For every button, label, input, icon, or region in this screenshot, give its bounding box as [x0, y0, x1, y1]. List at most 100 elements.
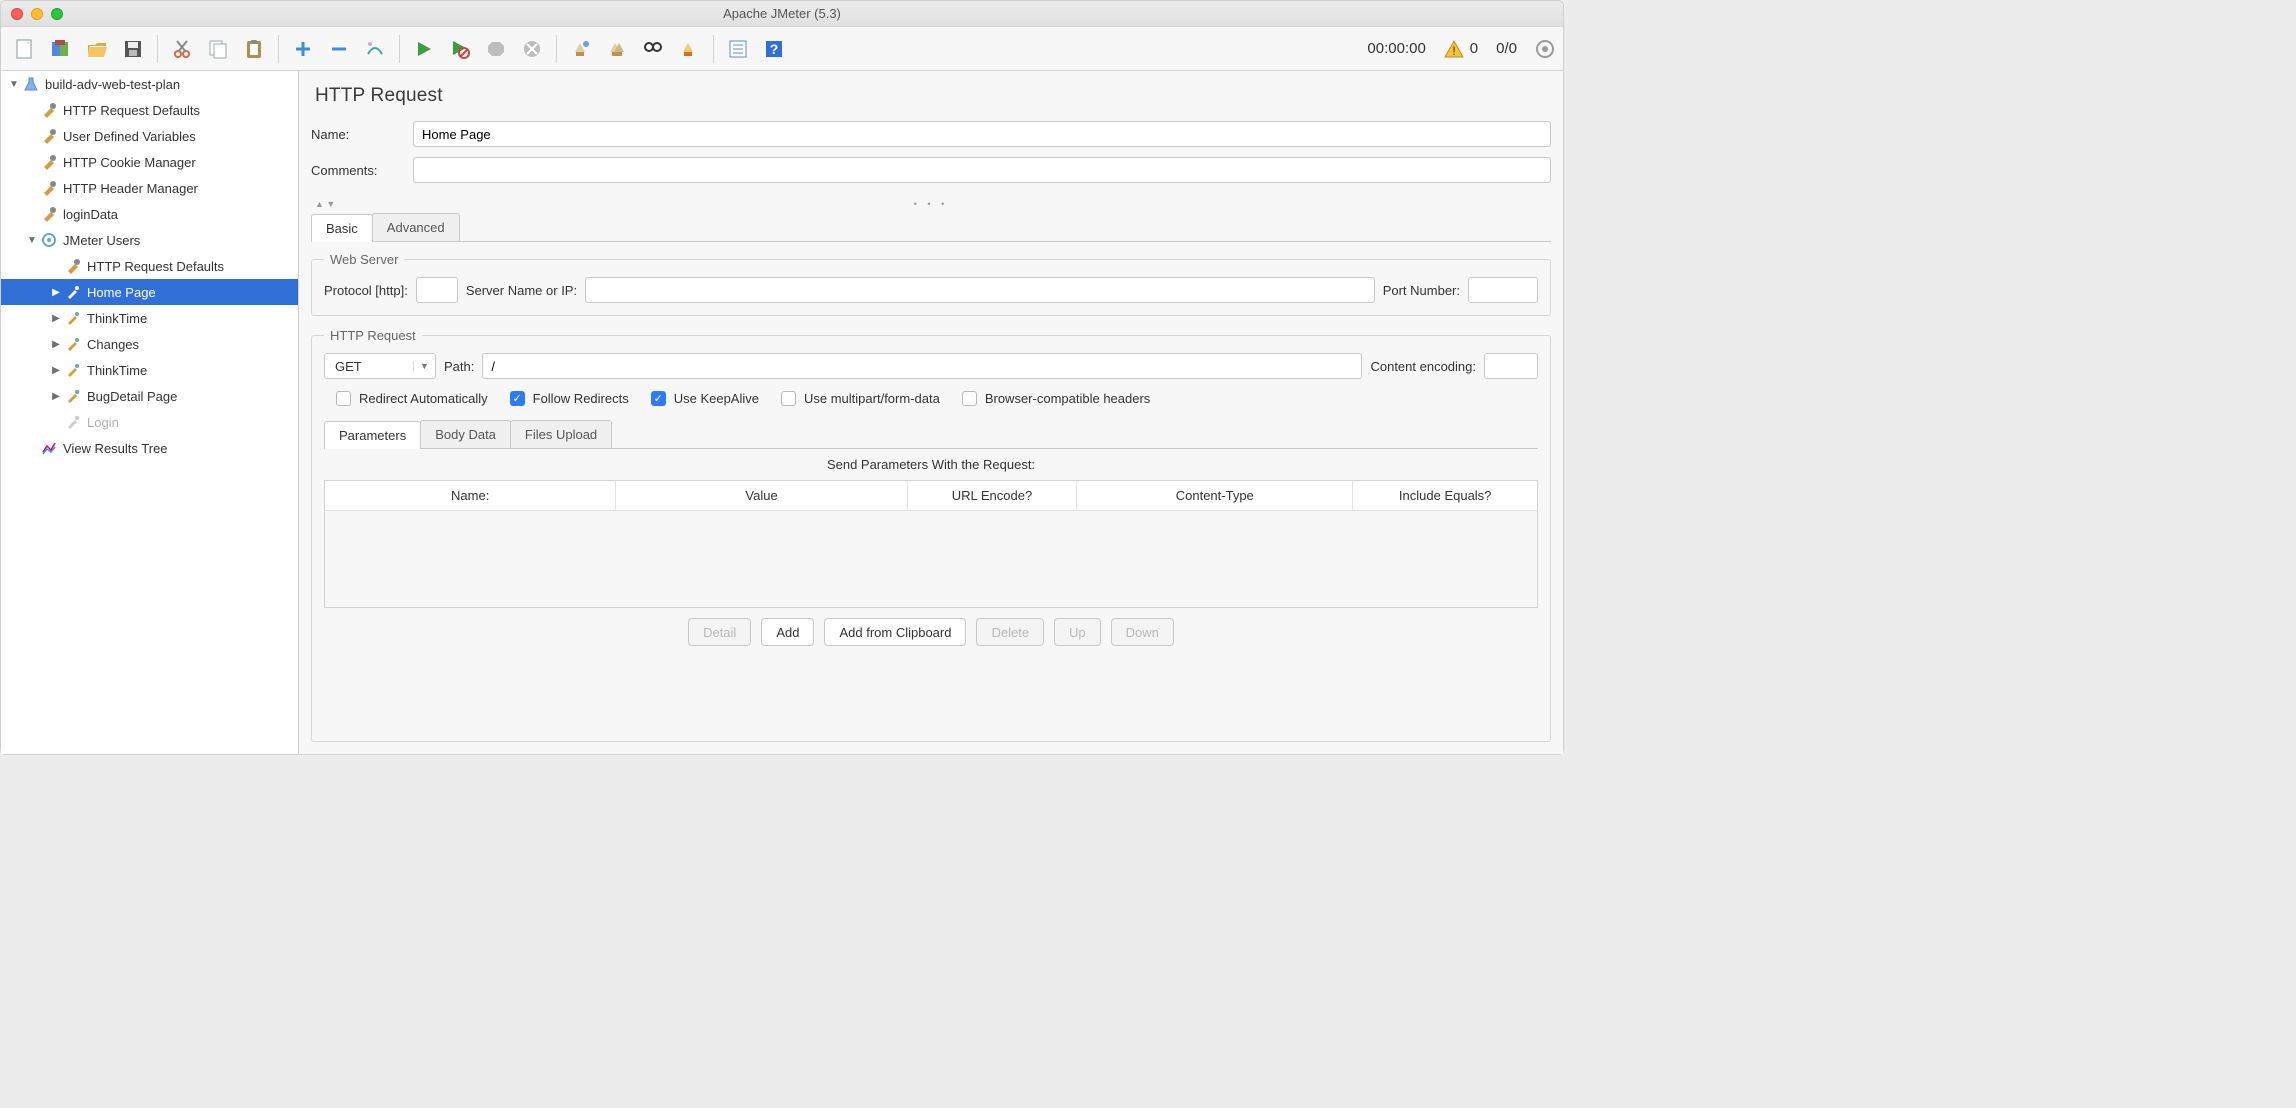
- params-table-body[interactable]: [325, 511, 1537, 607]
- delete-param-button[interactable]: Delete: [976, 618, 1044, 646]
- remove-button[interactable]: [323, 33, 355, 65]
- multipart-checkbox[interactable]: Use multipart/form-data: [781, 391, 940, 406]
- start-button[interactable]: [408, 33, 440, 65]
- tree-item[interactable]: ▶ThinkTime: [1, 305, 298, 331]
- tree-item[interactable]: ▶Changes: [1, 331, 298, 357]
- down-button[interactable]: Down: [1111, 618, 1174, 646]
- wrench-icon: [63, 256, 83, 276]
- function-helper-button[interactable]: [722, 33, 754, 65]
- tab-body-data[interactable]: Body Data: [420, 420, 511, 448]
- chevron-down-icon: ▼: [413, 361, 435, 371]
- tree-item[interactable]: ▶ThinkTime: [1, 357, 298, 383]
- col-name[interactable]: Name:: [325, 481, 616, 510]
- new-button[interactable]: [9, 33, 41, 65]
- wrench-icon: [39, 100, 59, 120]
- path-input[interactable]: [482, 353, 1362, 379]
- help-button[interactable]: ?: [758, 33, 790, 65]
- add-param-button[interactable]: Add: [761, 618, 814, 646]
- col-url-encode[interactable]: URL Encode?: [908, 481, 1077, 510]
- server-name-input[interactable]: [585, 277, 1375, 303]
- up-button[interactable]: Up: [1054, 618, 1101, 646]
- collapse-icon[interactable]: ▶: [49, 339, 63, 350]
- flask-icon: [21, 74, 41, 94]
- shutdown-button[interactable]: [516, 33, 548, 65]
- dropper-icon: [63, 386, 83, 406]
- templates-button[interactable]: [45, 33, 77, 65]
- tree-item[interactable]: HTTP Cookie Manager: [1, 149, 298, 175]
- stop-button[interactable]: [480, 33, 512, 65]
- collapse-icon[interactable]: ▶: [49, 287, 63, 298]
- port-number-input[interactable]: [1468, 277, 1538, 303]
- tree-item[interactable]: HTTP Header Manager: [1, 175, 298, 201]
- path-label: Path:: [444, 359, 474, 374]
- protocol-label: Protocol [http]:: [324, 283, 408, 298]
- expand-icon[interactable]: ▼: [25, 235, 39, 246]
- tree-root[interactable]: ▼ build-adv-web-test-plan: [1, 71, 298, 97]
- clear-all-button[interactable]: [601, 33, 633, 65]
- wrench-icon: [39, 152, 59, 172]
- cut-button[interactable]: [166, 33, 198, 65]
- detail-button[interactable]: Detail: [688, 618, 751, 646]
- toolbar-status: 00:00:00 ! 0 0/0: [1367, 39, 1555, 59]
- tree-item[interactable]: HTTP Request Defaults: [1, 97, 298, 123]
- tree-item[interactable]: HTTP Request Defaults: [1, 253, 298, 279]
- add-button[interactable]: [287, 33, 319, 65]
- wrench-icon: [39, 178, 59, 198]
- main-window: Apache JMeter (5.3) ? 00:00:00 ! 0: [0, 0, 1564, 755]
- collapse-icon[interactable]: ▶: [49, 313, 63, 324]
- col-include-equals[interactable]: Include Equals?: [1353, 481, 1537, 510]
- test-plan-tree[interactable]: ▼ build-adv-web-test-plan HTTP Request D…: [1, 71, 299, 754]
- divider[interactable]: ▲ ▼• • •: [311, 197, 1551, 211]
- redirect-auto-checkbox[interactable]: Redirect Automatically: [336, 391, 488, 406]
- tree-item-results[interactable]: View Results Tree: [1, 435, 298, 461]
- comments-label: Comments:: [311, 163, 407, 178]
- expand-icon[interactable]: ▼: [7, 79, 21, 90]
- add-from-clipboard-button[interactable]: Add from Clipboard: [824, 618, 966, 646]
- tab-files-upload[interactable]: Files Upload: [510, 420, 612, 448]
- toolbar-separator: [278, 35, 279, 63]
- wrench-icon: [39, 126, 59, 146]
- tree-item-home-page[interactable]: ▶Home Page: [1, 279, 298, 305]
- tab-advanced[interactable]: Advanced: [372, 213, 460, 241]
- collapse-icon[interactable]: ▶: [49, 365, 63, 376]
- tree-item-login[interactable]: Login: [1, 409, 298, 435]
- paste-button[interactable]: [238, 33, 270, 65]
- col-content-type[interactable]: Content-Type: [1077, 481, 1353, 510]
- svg-text:?: ?: [770, 41, 779, 57]
- web-server-fieldset: Web Server Protocol [http]: Server Name …: [311, 252, 1551, 316]
- wrench-icon: [39, 204, 59, 224]
- browser-headers-checkbox[interactable]: Browser-compatible headers: [962, 391, 1150, 406]
- dropper-icon: [63, 360, 83, 380]
- collapse-icon[interactable]: ▶: [49, 391, 63, 402]
- toggle-button[interactable]: [359, 33, 391, 65]
- tree-thread-group[interactable]: ▼ JMeter Users: [1, 227, 298, 253]
- follow-redirects-checkbox[interactable]: ✓Follow Redirects: [510, 391, 629, 406]
- titlebar: Apache JMeter (5.3): [1, 1, 1563, 27]
- protocol-input[interactable]: [416, 277, 458, 303]
- tab-parameters[interactable]: Parameters: [324, 421, 421, 449]
- params-table-title: Send Parameters With the Request:: [324, 457, 1538, 472]
- web-server-legend: Web Server: [324, 252, 404, 267]
- dropper-icon: [63, 308, 83, 328]
- server-name-label: Server Name or IP:: [466, 283, 577, 298]
- copy-button[interactable]: [202, 33, 234, 65]
- keepalive-checkbox[interactable]: ✓Use KeepAlive: [651, 391, 759, 406]
- reset-search-button[interactable]: [673, 33, 705, 65]
- open-button[interactable]: [81, 33, 113, 65]
- encoding-input[interactable]: [1484, 353, 1538, 379]
- tree-item[interactable]: loginData: [1, 201, 298, 227]
- save-button[interactable]: [117, 33, 149, 65]
- name-input[interactable]: [413, 121, 1551, 147]
- start-no-pause-button[interactable]: [444, 33, 476, 65]
- toolbar-separator: [399, 35, 400, 63]
- method-select[interactable]: GET ▼: [324, 353, 436, 379]
- tab-basic[interactable]: Basic: [311, 214, 373, 242]
- col-value[interactable]: Value: [616, 481, 907, 510]
- search-button[interactable]: [637, 33, 669, 65]
- http-request-fieldset: HTTP Request GET ▼ Path: Content encodin…: [311, 328, 1551, 742]
- clear-button[interactable]: [565, 33, 597, 65]
- tree-item[interactable]: ▶BugDetail Page: [1, 383, 298, 409]
- comments-input[interactable]: [413, 157, 1551, 183]
- tree-item[interactable]: User Defined Variables: [1, 123, 298, 149]
- params-button-row: Detail Add Add from Clipboard Delete Up …: [324, 608, 1538, 656]
